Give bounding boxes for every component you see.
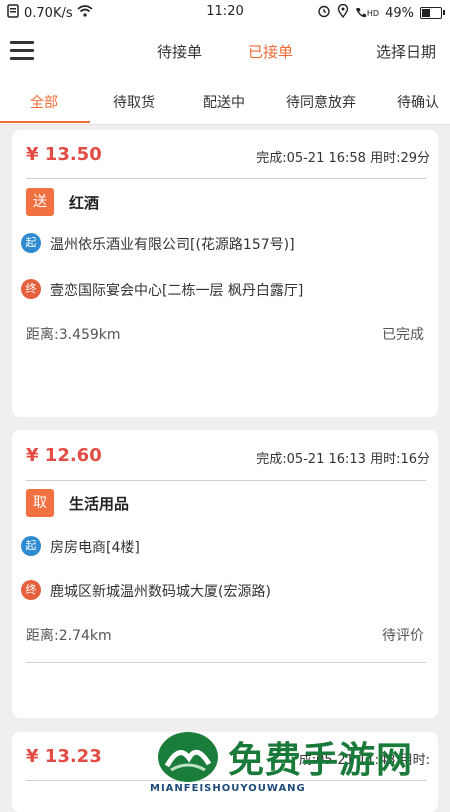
order-card[interactable]: ¥ 13.50 完成:05-21 16:58 用时:29分 送 红酒 起 温州依… — [12, 130, 438, 417]
watermark-logo — [155, 730, 221, 788]
active-tab-indicator — [0, 121, 90, 123]
subtab-delivering[interactable]: 配送中 — [203, 92, 245, 112]
watermark-subtext: MIANFEISHOUYOUWANG — [150, 783, 306, 794]
order-status: 待评价 — [382, 628, 424, 644]
tab-accepted-orders[interactable]: 已接单 — [248, 41, 293, 62]
delivery-address: 壹恋国际宴会中心[二栋一层 枫丹白露厅] — [50, 283, 304, 299]
call-hd-icon: HD — [355, 7, 379, 19]
divider — [26, 480, 426, 481]
order-type-badge: 取 — [26, 489, 54, 517]
order-completion-info: 完成:05-21 16:13 用时:16分 — [256, 452, 430, 467]
status-bar: 0.70K/s 11:20 HD 49% — [0, 0, 450, 24]
subtab-awaiting-abandon-approval[interactable]: 待同意放弃 — [286, 92, 356, 112]
goods-name: 生活用品 — [69, 495, 130, 513]
divider — [26, 178, 426, 179]
top-header: 待接单 已接单 选择日期 — [0, 24, 450, 76]
order-status: 已完成 — [382, 327, 424, 343]
subtab-all[interactable]: 全部 — [30, 92, 58, 112]
order-card[interactable]: ¥ 12.60 完成:05-21 16:13 用时:16分 取 生活用品 起 房… — [12, 430, 438, 718]
order-completion-info: 完成:05-21 16:58 用时:29分 — [256, 151, 430, 166]
select-date-button[interactable]: 选择日期 — [376, 41, 436, 62]
alarm-icon — [317, 4, 331, 22]
start-point-icon: 起 — [21, 233, 41, 253]
order-price: ¥ 13.23 — [26, 746, 102, 767]
location-icon — [337, 3, 349, 22]
start-point-icon: 起 — [21, 536, 41, 556]
goods-name: 红酒 — [69, 194, 100, 212]
pickup-address: 房房电商[4楼] — [50, 540, 140, 556]
battery-percent: 49% — [385, 5, 414, 21]
battery-icon — [420, 7, 445, 19]
pickup-address: 温州依乐酒业有限公司[(花源路157号)] — [50, 237, 295, 253]
status-filter-tabs: 全部 待取货 配送中 待同意放弃 待确认 — [0, 76, 450, 125]
hd-label: HD — [366, 8, 380, 18]
order-distance: 距离:3.459km — [26, 327, 121, 343]
order-distance: 距离:2.74km — [26, 628, 112, 644]
site-watermark: 免费手游网 MIANFEISHOUYOUWANG — [150, 725, 450, 800]
delivery-address: 鹿城区新城温州数码城大厦(宏源路) — [50, 584, 271, 600]
subtab-awaiting-confirmation[interactable]: 待确认 — [397, 92, 439, 112]
order-price: ¥ 13.50 — [26, 144, 102, 165]
divider — [26, 662, 426, 663]
tab-pending-orders[interactable]: 待接单 — [157, 41, 202, 62]
end-point-icon: 终 — [21, 279, 41, 299]
end-point-icon: 终 — [21, 580, 41, 600]
watermark-text: 免费手游网 — [228, 739, 414, 781]
status-right: HD 49% — [317, 3, 445, 22]
subtab-awaiting-pickup[interactable]: 待取货 — [113, 92, 155, 112]
menu-icon[interactable] — [10, 41, 34, 60]
order-price: ¥ 12.60 — [26, 445, 102, 466]
order-type-badge: 送 — [26, 188, 54, 216]
